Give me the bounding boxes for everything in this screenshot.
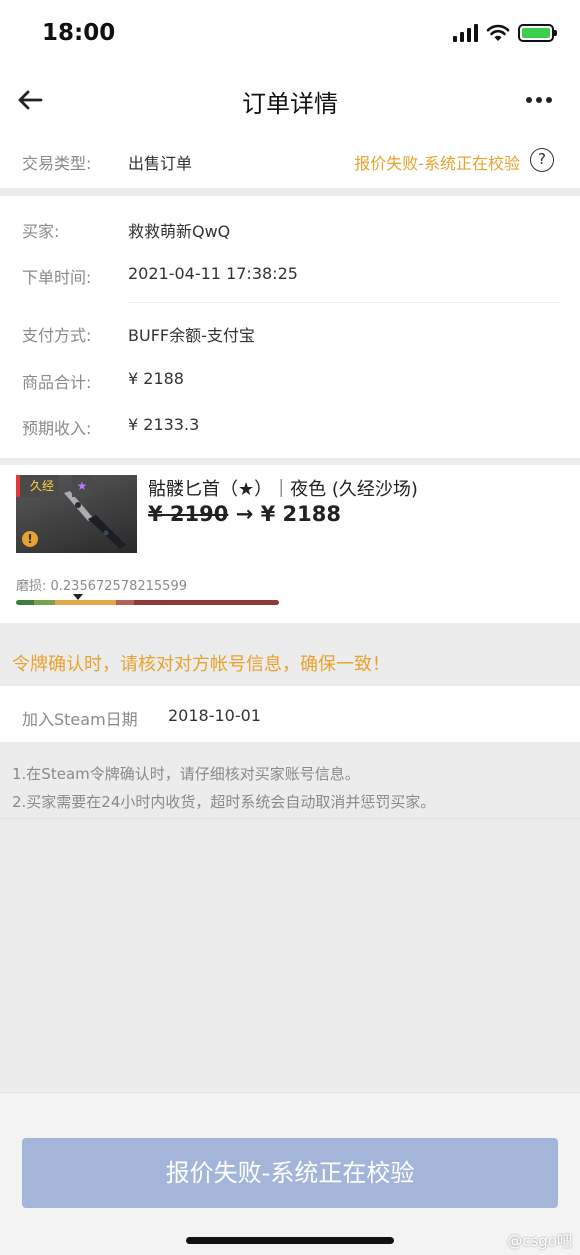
- item-name: 骷髅匕首（★）｜夜色 (久经沙场): [148, 479, 418, 500]
- more-button[interactable]: [524, 86, 554, 114]
- watermark: @csgo吧: [507, 1232, 572, 1250]
- divider: [128, 302, 560, 303]
- bottom-bar: 报价失败-系统正在校验 @csgo吧: [0, 1092, 580, 1255]
- item-image[interactable]: 久经 ★ !: [16, 475, 137, 553]
- signal-icon: [453, 24, 478, 42]
- status-bar: 18:00: [0, 0, 580, 70]
- order-time-value: 2021-04-11 17:38:25: [128, 264, 298, 283]
- steam-join-value: 2018-10-01: [168, 706, 261, 725]
- status-action-button[interactable]: 报价失败-系统正在校验: [22, 1138, 558, 1208]
- order-time-label: 下单时间:: [22, 268, 92, 287]
- help-icon[interactable]: ?: [530, 148, 554, 172]
- wear-segment-mw: [34, 600, 56, 605]
- steam-join-label: 加入Steam日期: [22, 710, 138, 729]
- tips: 1.在Steam令牌确认时，请仔细核对买家账号信息。 2.买家需要在24小时内收…: [12, 760, 435, 816]
- wear-segment-ft: [55, 600, 116, 605]
- wear-bar: [16, 600, 279, 605]
- payment-label: 支付方式:: [22, 326, 92, 345]
- wear-label: 磨损: 0.235672578215599: [16, 579, 187, 594]
- divider: [0, 818, 580, 819]
- wifi-icon: [486, 24, 510, 41]
- status-time: 18:00: [42, 20, 116, 46]
- trade-type-value: 出售订单: [128, 154, 193, 173]
- buyer-label: 买家:: [22, 222, 60, 241]
- income-value: ¥ 2133.3: [128, 415, 200, 434]
- battery-icon: [518, 24, 557, 42]
- wear-segment-bs: [134, 600, 279, 605]
- status-icons: [453, 24, 557, 42]
- order-info: 买家: 救救萌新QwQ 下单时间: 2021-04-11 17:38:25 支付…: [0, 196, 580, 458]
- tip-item: 1.在Steam令牌确认时，请仔细核对买家账号信息。: [12, 765, 360, 783]
- total-value: ¥ 2188: [128, 369, 184, 388]
- new-price: ¥ 2188: [260, 502, 341, 526]
- home-indicator[interactable]: [186, 1237, 394, 1244]
- wear-segment-fn: [16, 600, 35, 605]
- steam-join-row: 加入Steam日期 2018-10-01: [0, 686, 580, 742]
- total-label: 商品合计:: [22, 373, 92, 392]
- trade-type-row: 交易类型: 出售订单 报价失败-系统正在校验 ?: [0, 132, 580, 188]
- page-title: 订单详情: [242, 90, 338, 118]
- price-arrow: →: [235, 502, 254, 526]
- item-card[interactable]: 久经 ★ ! 骷髅匕首（★）｜夜色 (久经沙场) ¥ 2190 → ¥ 2188…: [0, 465, 580, 623]
- star-icon: ★: [72, 475, 92, 497]
- wear-segment-ww: [115, 600, 135, 605]
- income-label: 预期收入:: [22, 419, 92, 438]
- more-icon: [526, 97, 552, 103]
- exterior-tag: 久经: [16, 475, 60, 497]
- nav-bar: 订单详情: [0, 70, 580, 132]
- payment-value: BUFF余额-支付宝: [128, 326, 255, 345]
- price-row: ¥ 2190 → ¥ 2188: [148, 502, 341, 526]
- trade-type-label: 交易类型:: [22, 154, 92, 173]
- old-price: ¥ 2190: [148, 502, 229, 526]
- confirm-notice: 令牌确认时，请核对对方帐号信息，确保一致！: [12, 654, 390, 675]
- warning-icon: !: [22, 531, 38, 547]
- tip-item: 2.买家需要在24小时内收货，超时系统会自动取消并惩罚买家。: [12, 793, 436, 811]
- trade-status: 报价失败-系统正在校验: [354, 154, 520, 173]
- buyer-name: 救救萌新QwQ: [128, 222, 231, 241]
